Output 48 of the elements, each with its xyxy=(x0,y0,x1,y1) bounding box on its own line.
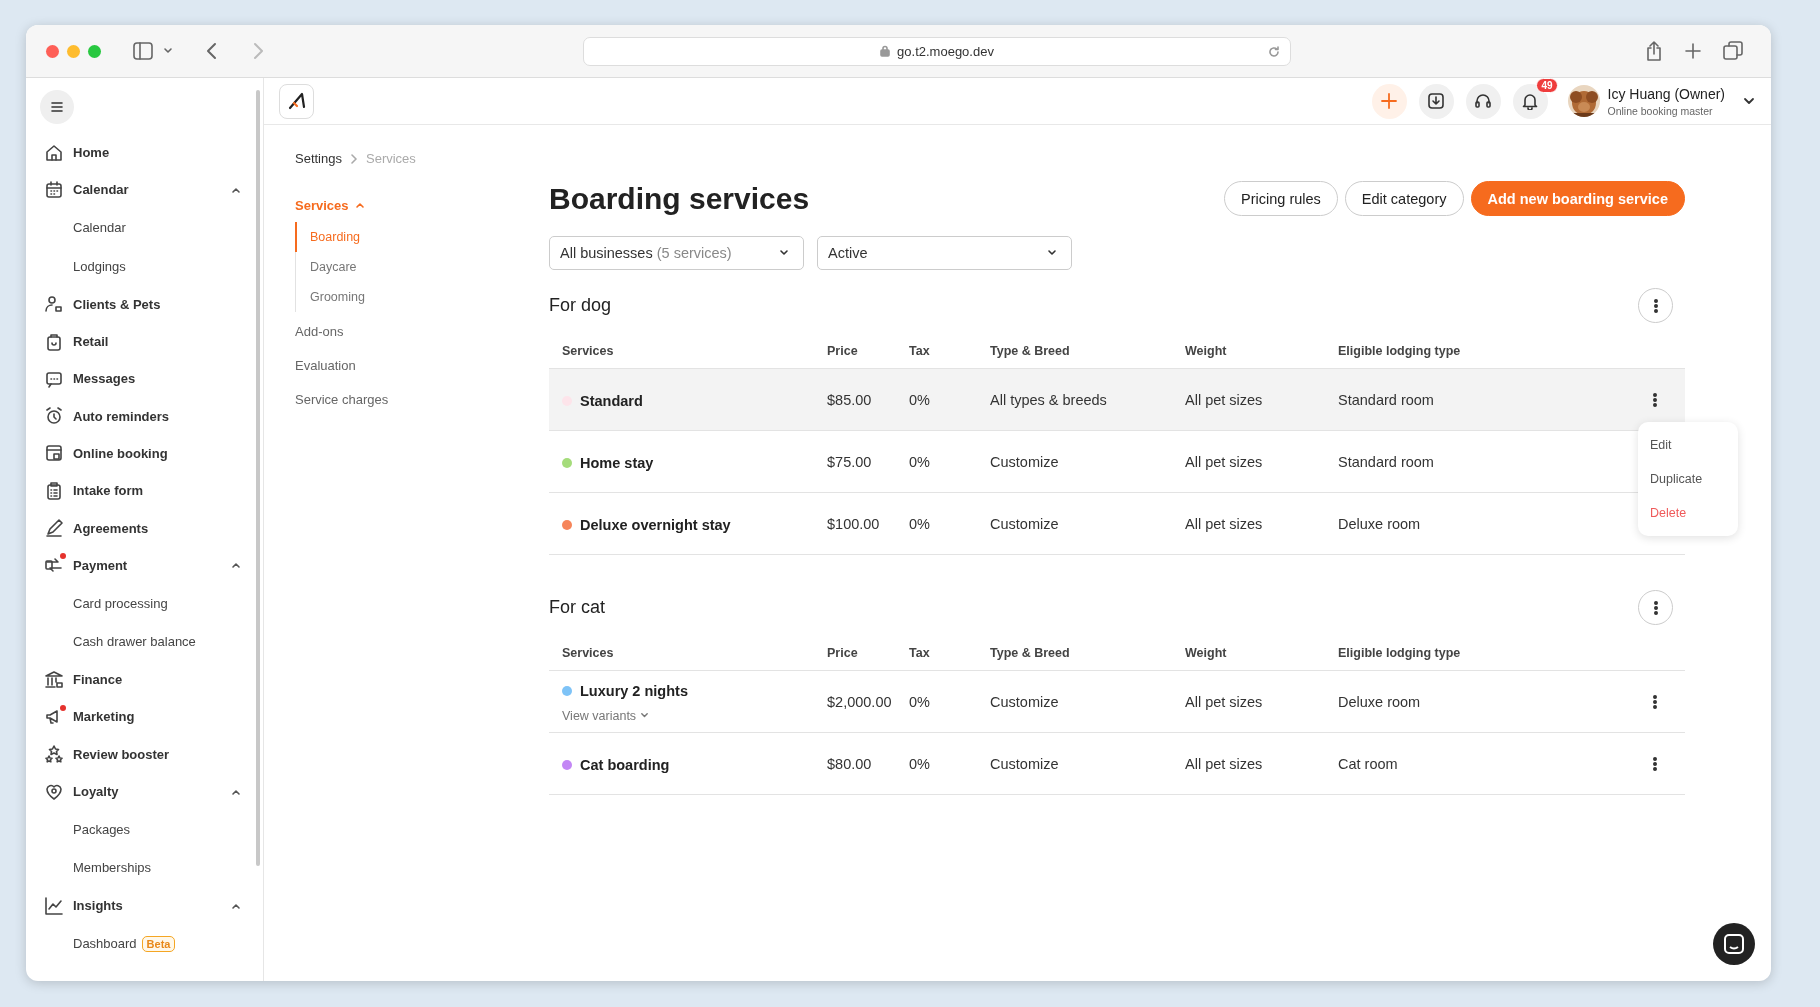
table-cell-text: Deluxe room xyxy=(1338,515,1422,532)
page-title: Boarding services xyxy=(549,181,810,216)
table-cell-text: Customize xyxy=(990,755,1060,772)
service-name: Deluxe overnight stay xyxy=(580,516,731,533)
service-name: Standard xyxy=(580,392,643,409)
table-cell-text: Customize xyxy=(990,453,1060,470)
table-cell-text: Customize xyxy=(990,515,1060,532)
table-cell-text: Customize xyxy=(990,693,1060,710)
url-text: go.t2.moego.dev xyxy=(897,43,994,59)
table-cell-text: All pet sizes xyxy=(1185,391,1264,408)
table-cell-text: $75.00 xyxy=(827,453,873,470)
table-cell-text: All pet sizes xyxy=(1185,693,1264,710)
column-header: Price xyxy=(827,344,859,358)
table-cell-text: Standard room xyxy=(1338,391,1435,408)
table-cell-text: $80.00 xyxy=(827,755,873,772)
table-cell-text: Standard room xyxy=(1338,453,1435,470)
table-cell-text: All pet sizes xyxy=(1185,755,1264,772)
column-header: Type & Breed xyxy=(990,344,1071,358)
service-name: Home stay xyxy=(580,454,654,471)
table-cell-text: $2,000.00 xyxy=(827,693,893,710)
service-name: Luxury 2 nights xyxy=(580,682,688,699)
column-header: Services xyxy=(562,646,615,660)
table-cell-text: 0% xyxy=(909,755,931,772)
column-header: Weight xyxy=(1185,344,1228,358)
table-cell-text: All types & breeds xyxy=(990,391,1108,408)
beta-badge: Beta xyxy=(141,935,176,952)
service-name: Cat boarding xyxy=(580,756,670,773)
table-cell-text: Cat room xyxy=(1338,755,1399,772)
table-cell-text: 0% xyxy=(909,453,931,470)
column-header: Services xyxy=(562,344,615,358)
column-header: Price xyxy=(827,646,859,660)
table-cell-text: $85.00 xyxy=(827,391,873,408)
table-cell-text: $100.00 xyxy=(827,515,881,532)
table-cell-text: 0% xyxy=(909,693,931,710)
column-header: Tax xyxy=(909,344,931,358)
column-header: Eligible lodging type xyxy=(1338,344,1462,358)
table-cell-text: All pet sizes xyxy=(1185,453,1264,470)
section-title: For cat xyxy=(549,597,605,618)
table-cell-text: Deluxe room xyxy=(1338,693,1422,710)
table-cell-text: 0% xyxy=(909,391,931,408)
column-header: Eligible lodging type xyxy=(1338,646,1462,660)
table-cell-text: 0% xyxy=(909,515,931,532)
column-header: Type & Breed xyxy=(990,646,1071,660)
user-role: Online booking master xyxy=(1607,104,1714,117)
section-title: For dog xyxy=(549,295,612,316)
column-header: Weight xyxy=(1185,646,1228,660)
table-cell-text: All pet sizes xyxy=(1185,515,1264,532)
column-header: Tax xyxy=(909,646,931,660)
